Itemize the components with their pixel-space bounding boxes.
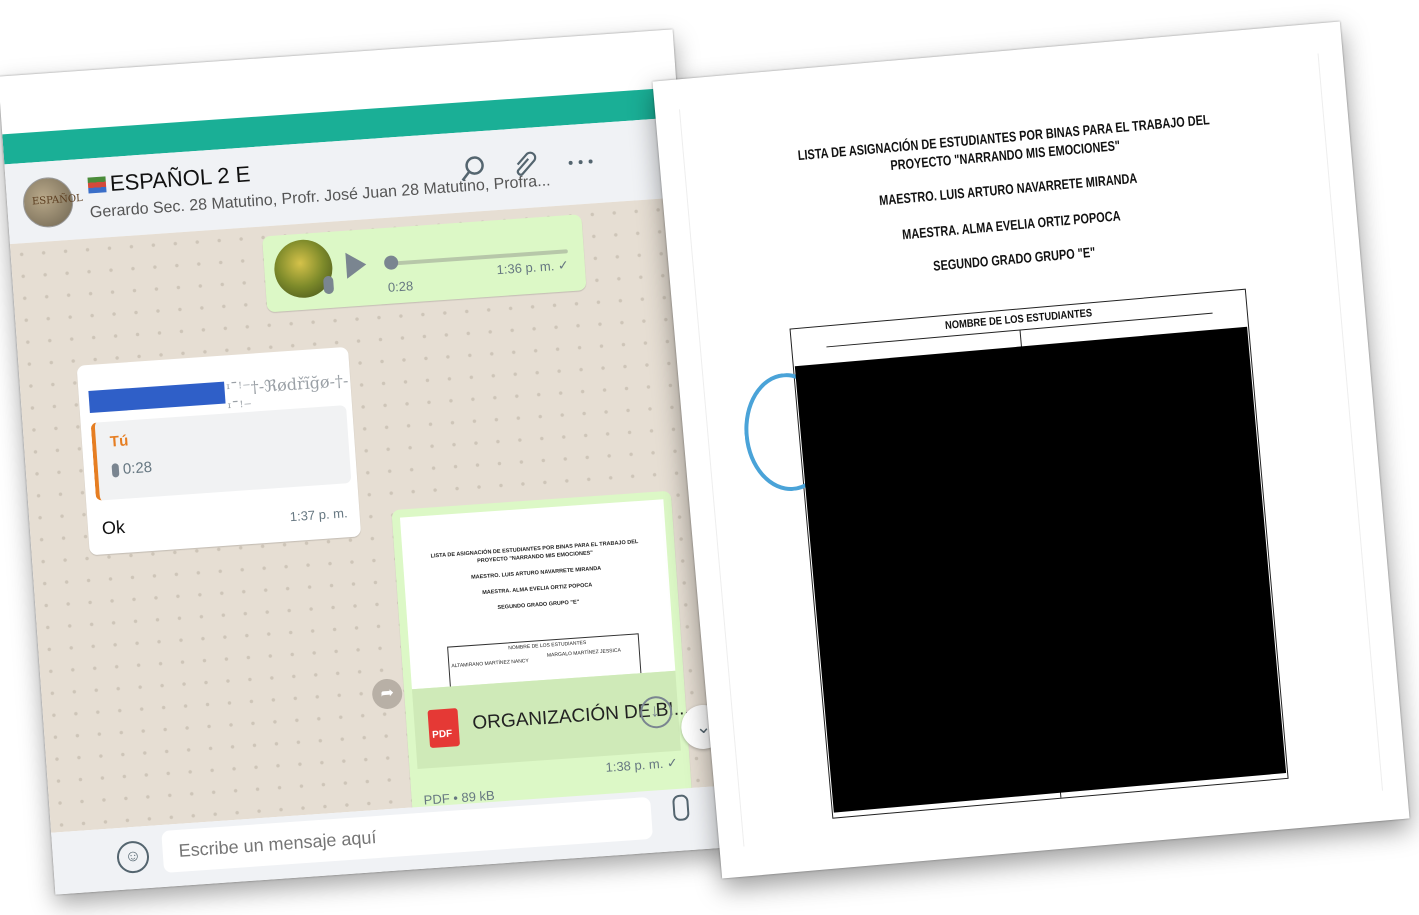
search-icon[interactable]: [457, 153, 489, 185]
avatar-text: ESPAÑOL: [31, 192, 84, 208]
group-name: ESPAÑOL 2 E: [109, 161, 252, 197]
audio-duration: 0:28: [387, 278, 414, 295]
paperclip-icon[interactable]: [509, 149, 541, 181]
pdf-icon: PDF: [427, 708, 461, 749]
message-time: 1:38 p. m. ✓: [605, 754, 679, 775]
voice-message-bubble[interactable]: 0:28 1:36 p. m. ✓: [262, 214, 587, 313]
quoted-message[interactable]: Tú 0:28: [90, 405, 352, 501]
play-icon[interactable]: [345, 251, 368, 279]
file-attachment[interactable]: PDF ORGANIZACIÓN DE BI... ↓: [411, 670, 690, 770]
redacted-name: [88, 381, 226, 413]
quoted-audio-duration: 0:28: [122, 458, 153, 478]
mic-icon: [111, 462, 120, 478]
chat-screenshot: ESPAÑOL ESPAÑOL 2 E Gerardo Sec. 28 Matu…: [0, 29, 730, 895]
document-screenshot: LISTA DE ASIGNACIÓN DE ESTUDIANTES POR B…: [652, 21, 1410, 879]
quote-author: Tú: [109, 432, 129, 451]
group-avatar[interactable]: ESPAÑOL: [21, 175, 83, 230]
message-text: Ok: [101, 516, 126, 539]
document-preview[interactable]: LISTA DE ASIGNACIÓN DE ESTUDIANTES POR B…: [399, 499, 676, 690]
group-title: ESPAÑOL 2 E: [87, 161, 251, 198]
redacted-student-list: [794, 326, 1287, 813]
message-list[interactable]: 0:28 1:36 p. m. ✓ ᶦ¯ꜝ⁻†-ℜødřĩğø-†-ᶦ¯ꜝ⁻ T…: [9, 197, 727, 833]
emoji-icon[interactable]: ☺: [115, 839, 151, 875]
preview-table-head: NOMBRE DE LOS ESTUDIANTES: [508, 639, 587, 652]
audio-scrubber-handle[interactable]: [383, 255, 399, 271]
message-time: 1:36 p. m. ✓: [496, 257, 570, 278]
message-time: 1:37 p. m.: [289, 505, 349, 525]
document-message-bubble[interactable]: LISTA DE ASIGNACIÓN DE ESTUDIANTES POR B…: [391, 490, 693, 818]
preview-cell: ALTAMIRANO MARTÍNEZ NANCY: [451, 657, 530, 670]
quoted-audio: 0:28: [111, 458, 153, 479]
microphone-icon[interactable]: [672, 794, 690, 822]
reply-message-bubble[interactable]: ᶦ¯ꜝ⁻†-ℜødřĩğø-†-ᶦ¯ꜝ⁻ Tú 0:28 Ok 1:37 p. …: [76, 346, 362, 556]
books-icon: [87, 176, 107, 194]
mic-icon: [322, 275, 335, 295]
preview-cell: MARGALO MARTÍNEZ JESSICA: [546, 647, 622, 659]
more-options-icon[interactable]: [565, 145, 597, 177]
document-page: LISTA DE ASIGNACIÓN DE ESTUDIANTES POR B…: [678, 53, 1384, 847]
pdf-icon-label: PDF: [431, 728, 453, 741]
forward-icon[interactable]: ➦: [371, 677, 404, 710]
